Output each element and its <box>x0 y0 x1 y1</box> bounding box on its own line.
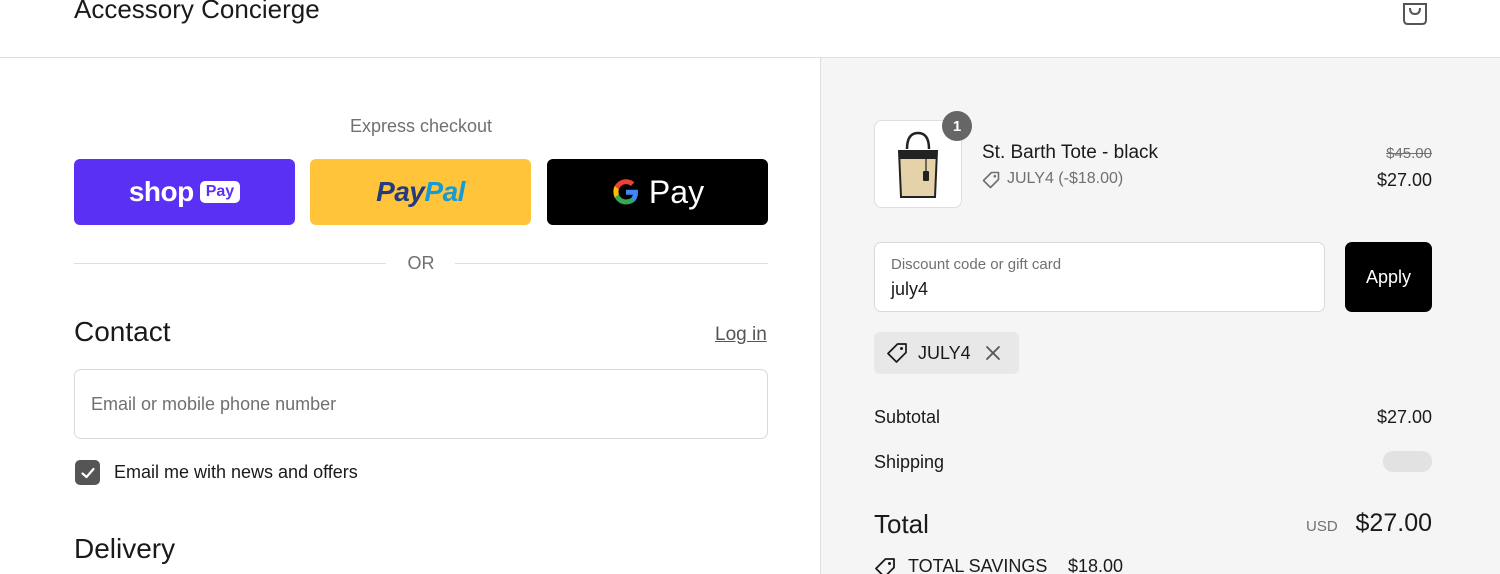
email-field[interactable] <box>74 369 768 439</box>
paypal-button[interactable]: Pay Pal <box>310 159 531 225</box>
divider-right <box>455 263 768 264</box>
divider-left <box>74 263 386 264</box>
paypal-logo-pay: Pay <box>376 176 425 207</box>
newsletter-checkbox[interactable] <box>75 460 100 485</box>
google-g-icon <box>613 179 638 205</box>
or-divider-text: OR <box>407 253 435 273</box>
delivery-heading: Delivery <box>74 533 176 564</box>
shop-pay-logo-text: shop <box>128 176 194 207</box>
applied-discount-chip: JULY4 <box>874 332 1019 374</box>
shopping-bag-icon[interactable] <box>1401 0 1429 26</box>
header: Accessory Concierge <box>0 0 1500 58</box>
total-savings-value: $18.00 <box>1068 556 1124 574</box>
savings-tag-icon <box>875 558 895 574</box>
apply-button[interactable]: Apply <box>1345 242 1432 312</box>
discount-tag-icon <box>982 171 1000 189</box>
store-name[interactable]: Accessory Concierge <box>74 0 320 25</box>
discount-code-value: july4 <box>891 279 929 299</box>
product-name: St. Barth Tote - black <box>982 142 1159 163</box>
close-icon[interactable] <box>983 343 1003 363</box>
newsletter-label[interactable]: Email me with news and offers <box>114 462 358 483</box>
checkmark-icon <box>80 467 95 478</box>
subtotal-label: Subtotal <box>874 407 941 427</box>
product-discount-text: JULY4 (-$18.00) <box>1007 170 1124 187</box>
google-pay-text: Pay <box>648 173 705 210</box>
discount-code-label: Discount code or gift card <box>891 256 1062 273</box>
login-link[interactable]: Log in <box>715 324 767 346</box>
applied-discount-code: JULY4 <box>918 342 971 363</box>
subtotal-value: $27.00 <box>1376 407 1432 427</box>
paypal-logo-pal: Pal <box>424 176 465 207</box>
total-amount: $27.00 <box>1355 509 1432 537</box>
shipping-loading-placeholder <box>1383 451 1432 472</box>
contact-heading: Contact <box>74 316 171 347</box>
original-price: $45.00 <box>1386 145 1432 162</box>
tag-icon <box>887 343 907 363</box>
shop-pay-tag: Pay <box>199 181 241 203</box>
google-pay-button[interactable]: Pay <box>547 159 768 225</box>
quantity-badge: 1 <box>942 111 972 141</box>
currency-code: USD <box>1306 518 1338 535</box>
total-savings-label: TOTAL SAVINGS <box>908 556 1048 574</box>
discounted-price: $27.00 <box>1376 170 1432 190</box>
shipping-label: Shipping <box>874 452 945 472</box>
express-checkout-label: Express checkout <box>349 116 493 136</box>
discount-code-field[interactable]: Discount code or gift card july4 <box>874 242 1325 312</box>
total-label: Total <box>874 509 929 539</box>
shop-pay-button[interactable]: shop Pay <box>74 159 295 225</box>
